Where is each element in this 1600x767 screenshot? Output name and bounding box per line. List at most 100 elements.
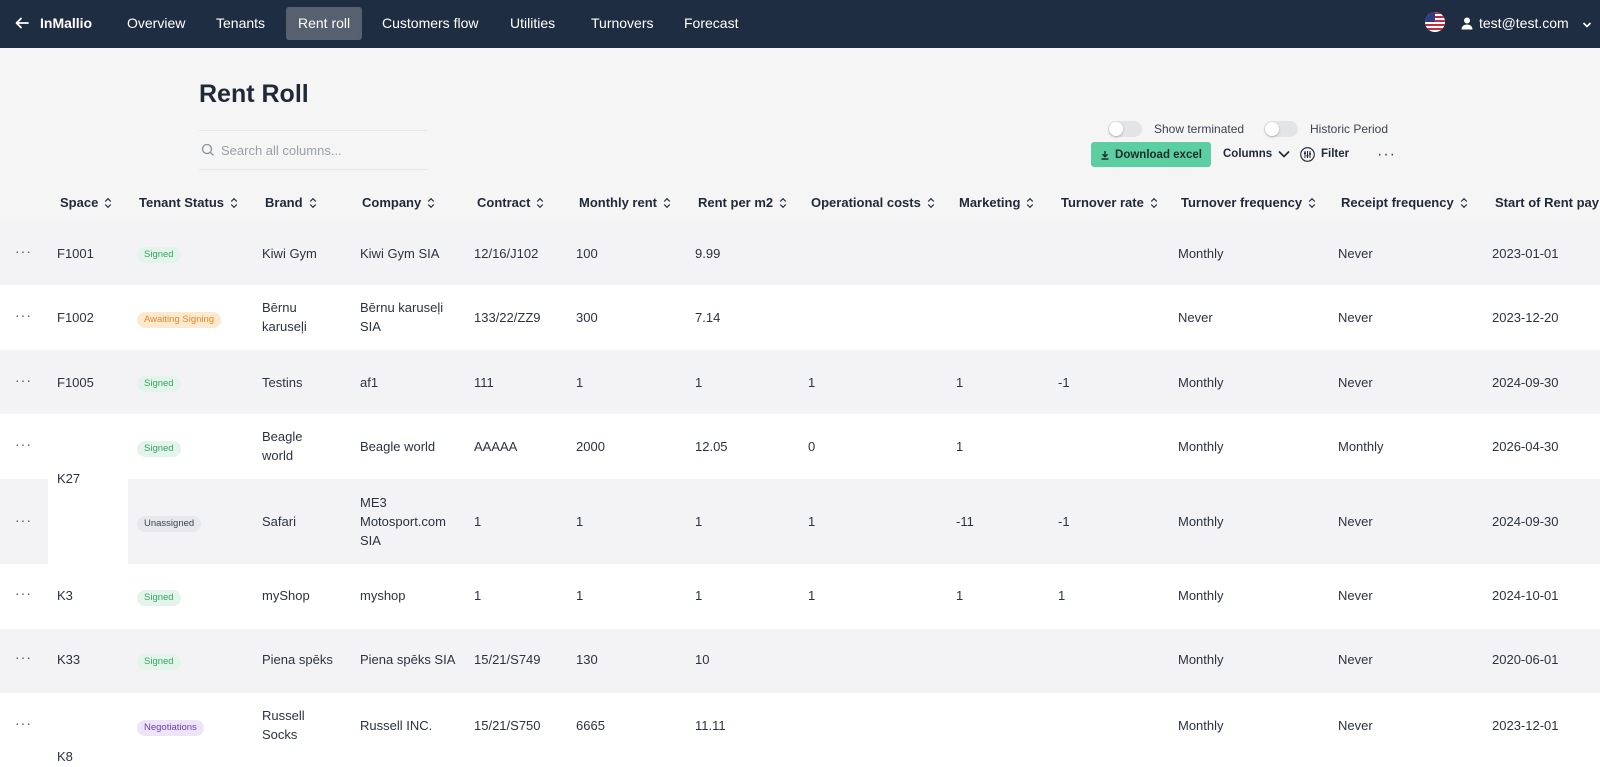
cell-brand: Piena spēks (262, 652, 333, 667)
sort-icon[interactable] (1308, 197, 1316, 209)
column-header-space[interactable]: Space (60, 195, 112, 210)
cell-monthly-rent: 130 (576, 652, 598, 667)
table-row[interactable]: ··· F1001 Signed Kiwi Gym Kiwi Gym SIA 1… (0, 221, 1600, 285)
table-row[interactable]: ··· Signed Beagle world Beagle world AAA… (0, 414, 1600, 479)
sort-icon[interactable] (1460, 197, 1468, 209)
row-actions-icon[interactable]: ··· (15, 649, 32, 665)
historic-period-switch[interactable] (1264, 121, 1298, 137)
table-row[interactable]: ··· K3 Signed myShop myshop 1 1 1 1 1 1 … (0, 564, 1600, 629)
sort-icon[interactable] (104, 197, 112, 209)
cell-contract: 1 (474, 514, 482, 529)
cell-brand-line2: karuseļi (262, 319, 307, 334)
cell-receipt-frequency: Monthly (1338, 439, 1384, 454)
cell-space: F1001 (57, 246, 94, 261)
table-row[interactable]: ··· K33 Signed Piena spēks Piena spēks S… (0, 629, 1600, 693)
cell-rent-per-m2: 9.99 (695, 246, 721, 261)
app-name[interactable]: InMallio (40, 15, 92, 31)
more-options-icon[interactable]: ··· (1377, 146, 1396, 164)
table-row[interactable]: ··· F1005 Signed Testins af1 111 1 1 1 1… (0, 350, 1600, 414)
column-header-monthly-rent[interactable]: Monthly rent (579, 195, 671, 210)
table-row[interactable]: ··· Unassigned Safari ME3 Motosport.com … (0, 479, 1600, 564)
cell-start-of-rent: 2023-12-01 (1492, 718, 1559, 733)
column-header-operational-costs[interactable]: Operational costs (811, 195, 935, 210)
cell-space: K8 (57, 749, 73, 764)
cell-contract: 15/21/S750 (474, 718, 541, 733)
columns-button[interactable]: Columns (1223, 144, 1290, 164)
nav-turnovers[interactable]: Turnovers (579, 7, 666, 40)
status-badge: Signed (137, 441, 181, 457)
cell-receipt-frequency: Never (1338, 718, 1373, 733)
cell-rent-per-m2: 11.11 (695, 718, 726, 733)
cell-operational-costs: 1 (808, 375, 816, 390)
cell-brand: Testins (262, 375, 303, 390)
column-header-contract[interactable]: Contract (477, 195, 544, 210)
cell-contract: 1 (474, 588, 482, 603)
sort-icon[interactable] (1150, 197, 1158, 209)
cell-monthly-rent: 2000 (576, 439, 605, 454)
nav-customers-flow[interactable]: Customers flow (370, 7, 490, 40)
column-header-start-of-rent-pay[interactable]: Start of Rent pay (1495, 195, 1599, 210)
user-icon (1461, 17, 1473, 29)
cell-marketing: 1 (956, 375, 964, 390)
sort-icon[interactable] (1026, 197, 1034, 209)
us-flag-icon[interactable] (1425, 12, 1445, 32)
column-header-company[interactable]: Company (362, 195, 435, 210)
back-arrow-icon[interactable] (12, 13, 32, 33)
column-header-tenant-status[interactable]: Tenant Status (139, 195, 238, 210)
filter-label: Filter (1321, 148, 1350, 160)
download-excel-button[interactable]: Download excel (1091, 142, 1211, 167)
sort-icon[interactable] (779, 197, 787, 209)
chevron-down-icon[interactable] (1582, 18, 1592, 33)
sort-icon[interactable] (427, 197, 435, 209)
search-input[interactable] (221, 142, 421, 158)
cell-company: Russell INC. (360, 718, 433, 733)
table-row[interactable]: ··· F1002 Awaiting Signing Bērnu karuseļ… (0, 285, 1600, 350)
cell-turnover-frequency: Monthly (1178, 514, 1224, 529)
row-actions-icon[interactable]: ··· (15, 307, 32, 323)
row-actions-icon[interactable]: ··· (15, 512, 32, 528)
nav-tenants[interactable]: Tenants (204, 7, 277, 40)
filter-button[interactable]: Filter (1300, 144, 1349, 164)
column-header-turnover-frequency[interactable]: Turnover frequency (1181, 195, 1316, 210)
column-header-marketing[interactable]: Marketing (959, 195, 1034, 210)
column-header-rent-per-m2[interactable]: Rent per m2 (698, 195, 787, 210)
nav-utilities[interactable]: Utilities (498, 7, 567, 40)
row-actions-icon[interactable]: ··· (15, 243, 32, 259)
historic-period-label: Historic Period (1310, 122, 1389, 136)
show-terminated-switch[interactable] (1108, 121, 1142, 137)
cell-start-of-rent: 2024-09-30 (1492, 375, 1559, 390)
sort-icon[interactable] (663, 197, 671, 209)
show-terminated-toggle[interactable]: Show terminated (1108, 121, 1244, 137)
table-row[interactable]: ··· Negotiations Russell Socks Russell I… (0, 693, 1600, 767)
nav-overview[interactable]: Overview (115, 7, 197, 40)
cell-start-of-rent: 2023-12-20 (1492, 310, 1559, 325)
sort-icon[interactable] (927, 197, 935, 209)
column-header-turnover-rate[interactable]: Turnover rate (1061, 195, 1158, 210)
cell-rent-per-m2: 10 (695, 652, 710, 667)
cell-brand: myShop (262, 588, 310, 603)
cell-start-of-rent: 2020-06-01 (1492, 652, 1559, 667)
nav-rent-roll[interactable]: Rent roll (286, 7, 363, 40)
sort-icon[interactable] (536, 197, 544, 209)
row-actions-icon[interactable]: ··· (15, 715, 32, 731)
status-badge: Signed (137, 654, 181, 670)
cell-rent-per-m2: 12.05 (695, 439, 728, 454)
cell-company: myshop (360, 588, 406, 603)
row-actions-icon[interactable]: ··· (15, 585, 32, 601)
cell-contract: 133/22/ZZ9 (474, 310, 541, 325)
column-header-receipt-frequency[interactable]: Receipt frequency (1341, 195, 1468, 210)
column-header-brand[interactable]: Brand (265, 195, 317, 210)
sort-icon[interactable] (230, 197, 238, 209)
download-excel-label: Download excel (1115, 148, 1202, 161)
user-menu[interactable]: test@test.com (1461, 15, 1569, 31)
cell-company: Piena spēks SIA (360, 652, 456, 667)
nav-forecast[interactable]: Forecast (672, 7, 750, 40)
row-actions-icon[interactable]: ··· (15, 436, 32, 452)
cell-turnover-frequency: Monthly (1178, 718, 1224, 733)
cell-monthly-rent: 100 (576, 246, 598, 261)
sort-icon[interactable] (309, 197, 317, 209)
status-badge: Negotiations (137, 720, 204, 736)
row-actions-icon[interactable]: ··· (15, 372, 32, 388)
cell-monthly-rent: 1 (576, 514, 584, 529)
historic-period-toggle[interactable]: Historic Period (1264, 121, 1388, 137)
